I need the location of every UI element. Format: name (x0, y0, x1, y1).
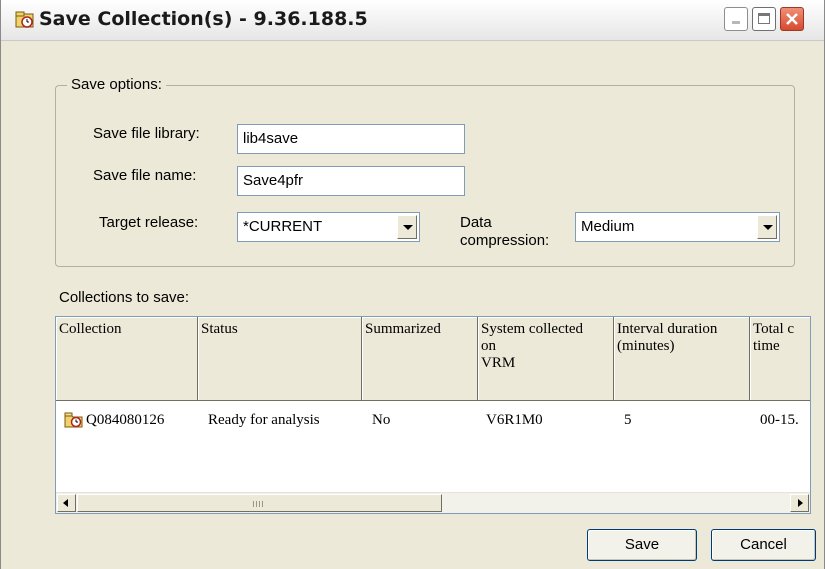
column-header-system-vrm[interactable]: System collected on VRM (478, 317, 614, 401)
cell-status: Ready for analysis (208, 412, 320, 428)
target-release-select[interactable]: *CURRENT (237, 212, 420, 242)
column-header-summarized[interactable]: Summarized (362, 317, 478, 401)
save-button[interactable]: Save (587, 529, 697, 561)
column-header-status[interactable]: Status (198, 317, 362, 401)
table-header: Collection Status Summarized System coll… (56, 317, 810, 401)
header-line: time (753, 338, 780, 354)
data-compression-value: Medium (581, 218, 635, 235)
header-line: Collection (59, 321, 122, 337)
folder-collection-icon (64, 411, 84, 429)
save-file-library-label: Save file library: (93, 125, 200, 142)
collections-table[interactable]: Collection Status Summarized System coll… (55, 316, 811, 514)
save-file-library-input[interactable]: lib4save (237, 124, 465, 154)
scroll-thumb[interactable] (77, 494, 442, 512)
window-title: Save Collection(s) - 9.36.188.5 (39, 8, 368, 30)
header-line: Status (201, 321, 238, 337)
close-icon[interactable] (780, 7, 804, 31)
column-header-collection[interactable]: Collection (56, 317, 198, 401)
data-compression-label-line1: Data (460, 214, 492, 231)
header-line: Interval duration (617, 321, 718, 337)
scroll-grip-icon (253, 501, 263, 507)
scroll-right-icon[interactable] (790, 494, 809, 512)
header-line: (minutes) (617, 338, 675, 354)
save-file-name-label: Save file name: (93, 167, 197, 184)
chevron-down-icon[interactable] (757, 215, 777, 239)
minimize-icon[interactable] (724, 7, 748, 31)
scroll-left-icon[interactable] (57, 494, 76, 512)
cell-collection: Q084080126 (86, 412, 165, 428)
header-line: Total c (753, 321, 795, 337)
cell-summarized: No (372, 412, 391, 428)
title-bar[interactable]: Save Collection(s) - 9.36.188.5 (1, 0, 824, 41)
save-collections-dialog: Save Collection(s) - 9.36.188.5 Save opt… (0, 0, 825, 569)
column-header-total-time[interactable]: Total c time (750, 317, 810, 401)
horizontal-scrollbar[interactable] (56, 492, 810, 513)
chevron-down-icon[interactable] (397, 215, 417, 239)
header-line: Summarized (365, 321, 441, 337)
column-header-interval-duration[interactable]: Interval duration (minutes) (614, 317, 750, 401)
header-line: on (481, 338, 496, 354)
collections-to-save-label: Collections to save: (59, 289, 190, 306)
header-line: System collected (481, 321, 584, 337)
collection-icon (15, 11, 35, 29)
cell-vrm: V6R1M0 (486, 412, 543, 428)
target-release-value: *CURRENT (243, 218, 323, 235)
data-compression-select[interactable]: Medium (575, 212, 780, 242)
header-line: VRM (481, 355, 516, 371)
cell-interval: 5 (624, 412, 632, 428)
target-release-label: Target release: (99, 214, 199, 231)
maximize-icon[interactable] (752, 7, 776, 31)
save-file-name-input[interactable]: Save4pfr (237, 166, 465, 196)
cancel-button[interactable]: Cancel (711, 529, 816, 561)
cell-total-time: 00-15. (760, 412, 799, 428)
data-compression-label-line2: compression: (460, 232, 550, 249)
save-options-legend: Save options: (67, 76, 166, 93)
